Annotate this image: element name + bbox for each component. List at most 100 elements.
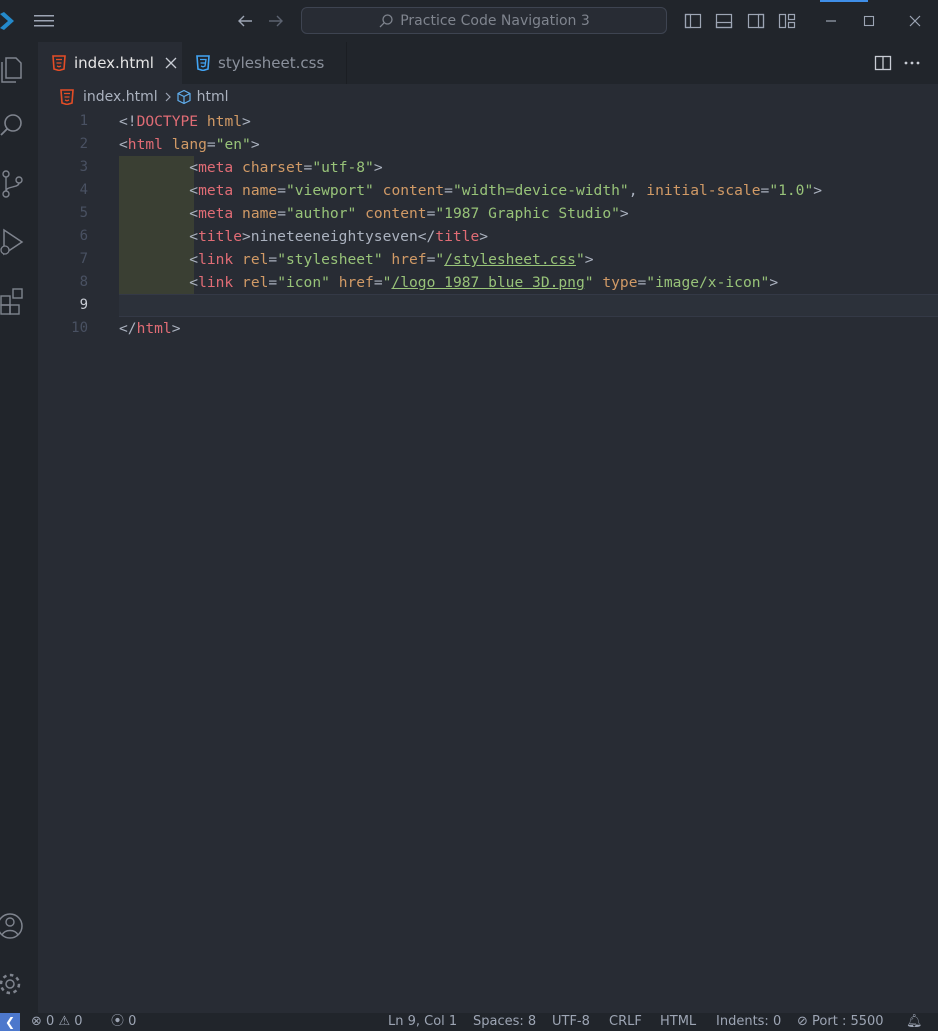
tab-stylesheet-css[interactable]: stylesheet.css [182,42,347,84]
editor-tab-bar: index.html stylesheet.css [38,42,938,84]
code-line[interactable]: 7 <link rel="stylesheet" href="/styleshe… [38,248,938,271]
indents-indicator[interactable]: Indents: 0 [716,1013,781,1031]
css3-icon [196,55,210,71]
line-number: 6 [79,228,88,244]
code-token: <! [119,113,137,130]
code-token: charset [242,159,304,176]
code-token: > [813,182,823,199]
run-and-debug-icon[interactable] [0,226,26,258]
code-line[interactable]: 10 </html> [38,317,938,340]
notifications-bell-icon[interactable]: 🔔︎ [906,1013,923,1031]
code-token: "viewport" [285,182,374,199]
code-token: < [119,182,199,199]
search-view-icon[interactable] [0,110,26,142]
html5-icon [52,55,66,71]
line-text: </html> [119,317,181,340]
live-server-port[interactable]: ⊘ Port : 5500 [797,1013,884,1031]
circle-slash-icon: ⊘ [797,1014,808,1029]
code-line[interactable]: 8 <link rel="icon" href="/logo 1987 blue… [38,271,938,294]
code-token: initial-scale [646,182,761,199]
source-control-icon[interactable] [0,168,26,200]
close-tab-icon[interactable] [164,56,178,70]
code-line[interactable]: 9 [38,294,938,317]
code-token: type [602,274,638,291]
code-token: = [760,182,770,199]
extensions-icon[interactable] [0,284,26,316]
window-accent-line [820,0,868,2]
code-line[interactable]: 1 <!DOCTYPE html> [38,110,938,133]
code-token: /logo 1987 blue 3D.png [391,274,585,291]
code-token: "1987 Graphic Studio" [435,205,620,222]
code-token: "utf-8" [312,159,374,176]
code-line[interactable]: 3 <meta charset="utf-8"> [38,156,938,179]
chevron-right-icon [165,92,171,102]
toggle-secondary-sidebar-icon[interactable] [747,12,765,30]
toggle-panel-icon[interactable] [715,12,733,30]
close-window-button[interactable] [892,8,938,34]
explorer-icon[interactable] [0,52,26,84]
ports-count: 0 [128,1014,137,1029]
code-token: = [373,274,383,291]
encoding-selector[interactable]: UTF-8 [552,1013,590,1031]
code-token: >nineteeneightyseven</ [242,228,436,245]
error-count: 0 [46,1014,55,1029]
toggle-primary-sidebar-icon[interactable] [684,12,702,30]
forward-arrow-icon[interactable] [267,12,285,30]
line-number: 3 [79,159,88,175]
code-token: "en" [215,136,251,153]
code-token: < [119,251,199,268]
customize-layout-icon[interactable] [778,12,796,30]
code-line[interactable]: 6 <title>nineteeneightyseven</title> [38,225,938,248]
code-token: " [435,251,445,268]
code-token: > [769,274,779,291]
end-of-line-selector[interactable]: CRLF [609,1013,642,1031]
indentation-spaces[interactable]: Spaces: 8 [473,1013,536,1031]
code-token: = [268,251,278,268]
ports-indicator[interactable]: ⦿ 0 [111,1013,136,1031]
code-token: meta [198,205,234,222]
more-actions-icon[interactable] [902,54,922,72]
language-mode-selector[interactable]: HTML [660,1013,696,1031]
code-token: lang [171,136,207,153]
code-token: title [198,228,243,245]
line-number: 4 [79,182,88,198]
settings-gear-icon[interactable] [0,968,26,1000]
code-token: = [277,205,286,222]
accounts-icon[interactable] [0,910,26,942]
code-line[interactable]: 5 <meta name="author" content="1987 Grap… [38,202,938,225]
command-center-search[interactable]: Practice Code Navigation 3 [301,7,667,34]
code-token: = [206,136,216,153]
code-line[interactable]: 4 <meta name="viewport" content="width=d… [38,179,938,202]
line-number: 8 [79,274,88,290]
code-token: </ [119,320,137,337]
warning-count: 0 [74,1014,83,1029]
tab-label: index.html [74,54,154,72]
tab-index-html[interactable]: index.html [38,42,182,84]
line-number: 5 [79,205,88,221]
problems-indicator[interactable]: ⊗ 0 ⚠ 0 [31,1013,83,1031]
broadcast-icon: ⦿ [111,1014,125,1029]
line-number: 2 [79,136,88,152]
code-token: rel [242,274,269,291]
code-token: > [584,251,594,268]
remote-indicator-button[interactable]: ❮ [0,1013,20,1031]
status-bar: ❮ ⊗ 0 ⚠ 0 ⦿ 0 Ln 9, Col 1 Spaces: 8 UTF-… [0,1013,938,1031]
code-token: < [119,159,199,176]
code-token: href [391,251,427,268]
maximize-button[interactable] [846,8,892,34]
code-editor[interactable]: 1 <!DOCTYPE html> 2 <html lang="en"> 3 <meta… [38,110,938,1013]
tab-label: stylesheet.css [218,54,325,72]
code-line[interactable]: 2 <html lang="en"> [38,133,938,156]
code-token: link [198,251,234,268]
cursor-position[interactable]: Ln 9, Col 1 [388,1013,457,1031]
hamburger-menu-icon[interactable] [34,13,54,29]
breadcrumb-symbol[interactable]: html [197,89,229,105]
back-arrow-icon[interactable] [236,12,254,30]
breadcrumb-file[interactable]: index.html [83,89,158,105]
split-editor-icon[interactable] [874,54,892,72]
code-token: , [628,182,647,199]
warning-icon: ⚠ [58,1014,71,1029]
